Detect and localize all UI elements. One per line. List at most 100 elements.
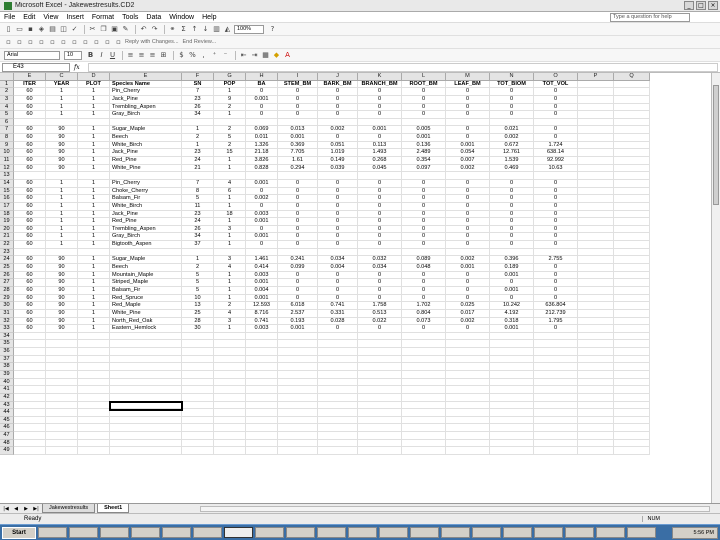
- table-cell[interactable]: [246, 401, 278, 410]
- table-cell[interactable]: [318, 424, 358, 433]
- review-icon-11[interactable]: ▫: [114, 38, 123, 47]
- table-cell[interactable]: 0: [446, 325, 490, 333]
- table-cell[interactable]: 2: [214, 126, 246, 135]
- table-cell[interactable]: 0: [278, 103, 318, 112]
- table-cell[interactable]: [614, 286, 650, 295]
- table-cell[interactable]: [46, 424, 78, 433]
- column-header[interactable]: I: [278, 73, 318, 81]
- table-cell[interactable]: [318, 348, 358, 356]
- table-cell[interactable]: 0: [246, 88, 278, 96]
- table-cell[interactable]: 0: [446, 88, 490, 96]
- table-cell[interactable]: 60: [14, 225, 46, 234]
- table-cell[interactable]: 24: [182, 157, 214, 165]
- table-cell[interactable]: 0: [402, 88, 446, 96]
- table-cell[interactable]: [46, 439, 78, 448]
- column-header[interactable]: M: [446, 73, 490, 81]
- table-cell[interactable]: [490, 424, 534, 433]
- table-cell[interactable]: 0: [446, 210, 490, 219]
- table-cell[interactable]: 1: [78, 187, 110, 196]
- table-cell[interactable]: [402, 378, 446, 387]
- minimize-button[interactable]: _: [684, 1, 694, 10]
- table-cell[interactable]: [402, 439, 446, 448]
- table-cell[interactable]: 0: [318, 111, 358, 119]
- autosum-icon[interactable]: Σ: [179, 25, 188, 34]
- format-painter-icon[interactable]: ✎: [121, 25, 130, 34]
- menu-file[interactable]: File: [4, 14, 15, 21]
- table-cell[interactable]: [490, 370, 534, 379]
- table-cell[interactable]: [614, 103, 650, 112]
- table-cell[interactable]: 0: [278, 271, 318, 280]
- table-cell[interactable]: 90: [46, 325, 78, 333]
- table-cell[interactable]: [614, 348, 650, 356]
- row-header[interactable]: 41: [0, 386, 14, 394]
- table-cell[interactable]: 0: [358, 187, 402, 196]
- font-size-select[interactable]: 10: [64, 50, 82, 60]
- table-cell[interactable]: 90: [46, 134, 78, 142]
- table-cell[interactable]: [246, 439, 278, 448]
- row-header[interactable]: 21: [0, 233, 14, 242]
- borders-icon[interactable]: ▦: [261, 51, 270, 60]
- table-cell[interactable]: 0: [446, 286, 490, 295]
- table-cell[interactable]: 60: [14, 141, 46, 150]
- taskbar-item[interactable]: [317, 527, 346, 538]
- row-header[interactable]: 32: [0, 317, 14, 326]
- table-cell[interactable]: 0: [358, 225, 402, 234]
- table-cell[interactable]: [358, 401, 402, 410]
- table-cell[interactable]: 0.001: [246, 233, 278, 242]
- table-cell[interactable]: 0: [446, 95, 490, 104]
- table-cell[interactable]: 0.025: [446, 302, 490, 310]
- table-cell[interactable]: 0: [318, 233, 358, 242]
- row-header[interactable]: 44: [0, 409, 14, 417]
- table-cell[interactable]: [534, 172, 578, 180]
- table-cell[interactable]: 8: [182, 187, 214, 196]
- table-cell[interactable]: [614, 401, 650, 410]
- table-cell[interactable]: [246, 363, 278, 371]
- table-cell[interactable]: 12.593: [246, 302, 278, 310]
- table-cell[interactable]: 0: [358, 294, 402, 303]
- table-cell[interactable]: 60: [14, 179, 46, 188]
- table-cell[interactable]: 5: [182, 279, 214, 287]
- table-cell[interactable]: 0: [534, 179, 578, 188]
- table-cell[interactable]: [578, 248, 614, 257]
- table-cell[interactable]: 0: [358, 195, 402, 203]
- table-cell[interactable]: [614, 447, 650, 456]
- table-cell[interactable]: [614, 111, 650, 119]
- table-cell[interactable]: [490, 348, 534, 356]
- table-cell[interactable]: [490, 416, 534, 425]
- table-cell[interactable]: [14, 332, 46, 341]
- table-cell[interactable]: 1: [78, 286, 110, 295]
- table-cell[interactable]: 0.268: [358, 157, 402, 165]
- table-cell[interactable]: [614, 210, 650, 219]
- table-cell[interactable]: [614, 256, 650, 265]
- table-cell[interactable]: [578, 416, 614, 425]
- table-cell[interactable]: 0: [402, 210, 446, 219]
- review-icon-9[interactable]: ▫: [92, 38, 101, 47]
- table-cell[interactable]: [446, 340, 490, 349]
- print-icon[interactable]: ▤: [48, 25, 57, 34]
- table-cell[interactable]: [78, 447, 110, 456]
- table-cell[interactable]: [578, 332, 614, 341]
- row-header[interactable]: 24: [0, 256, 14, 265]
- taskbar-item[interactable]: [379, 527, 408, 538]
- table-cell[interactable]: 0.039: [318, 164, 358, 173]
- table-cell[interactable]: 1: [46, 95, 78, 104]
- table-cell[interactable]: [578, 286, 614, 295]
- table-cell[interactable]: [402, 332, 446, 341]
- table-cell[interactable]: 0.149: [318, 157, 358, 165]
- table-cell[interactable]: 0: [318, 134, 358, 142]
- table-cell[interactable]: [78, 378, 110, 387]
- review-icon-1[interactable]: ▫: [4, 38, 13, 47]
- table-cell[interactable]: [614, 248, 650, 257]
- row-header[interactable]: 47: [0, 432, 14, 440]
- table-cell[interactable]: 0.241: [278, 256, 318, 265]
- table-cell[interactable]: Pin_Cherry: [110, 179, 182, 188]
- table-cell[interactable]: 60: [14, 218, 46, 226]
- table-cell[interactable]: [78, 409, 110, 417]
- table-cell[interactable]: 0.022: [358, 317, 402, 326]
- table-cell[interactable]: 0: [446, 126, 490, 135]
- table-cell[interactable]: [46, 386, 78, 394]
- table-cell[interactable]: [402, 416, 446, 425]
- table-cell[interactable]: 0.001: [278, 325, 318, 333]
- table-cell[interactable]: 0.017: [446, 309, 490, 318]
- table-cell[interactable]: [534, 370, 578, 379]
